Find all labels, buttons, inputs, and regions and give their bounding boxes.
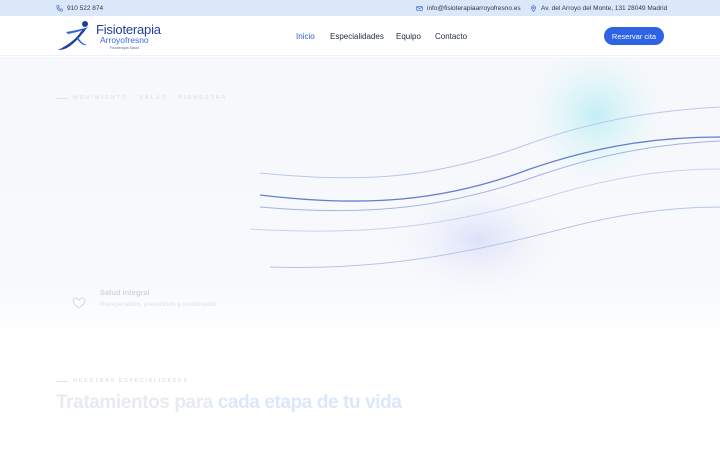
mail-icon	[416, 5, 423, 12]
feature-card: Salud integral Recuperación, prevención …	[66, 286, 256, 326]
nav-item-equipo[interactable]: Equipo	[396, 32, 421, 41]
divider	[56, 380, 68, 382]
hero-eyebrow: MOVIMIENTO · SALUD · BIENESTAR	[56, 95, 227, 101]
brand-tagline: Fisioterapia Salud	[110, 46, 139, 50]
brand-logo[interactable]: Fisioterapia Arroyofresno Fisioterapia S…	[56, 19, 166, 53]
section-eyebrow-text: NUESTRAS ESPECIALIDADES	[73, 378, 189, 384]
address-contact[interactable]: Av. del Arroyo del Monte, 131 28049 Madr…	[530, 0, 667, 16]
hero-eyebrow-text: MOVIMIENTO · SALUD · BIENESTAR	[73, 95, 228, 101]
runner-logo-icon	[58, 21, 89, 50]
email-address: info@fisioterapiaarroyofresno.es	[427, 4, 521, 12]
section-title-plain: Tratamientos para	[56, 392, 218, 413]
section-eyebrow: NUESTRAS ESPECIALIDADES	[56, 378, 189, 384]
book-appointment-button[interactable]: Reservar cita	[604, 27, 664, 45]
section-title: Tratamientos para cada etapa de tu vida	[56, 392, 402, 414]
section-title-highlight: cada etapa de tu vida	[217, 392, 402, 413]
phone-number: 910 522 874	[67, 4, 104, 12]
brand-name-line2: Arroyofresno	[100, 35, 149, 45]
street-address: Av. del Arroyo del Monte, 131 28049 Madr…	[541, 4, 668, 12]
hero-section: MOVIMIENTO · SALUD · BIENESTAR Salud int…	[0, 57, 720, 340]
nav-item-especialidades[interactable]: Especialidades	[330, 32, 384, 41]
email-contact[interactable]: info@fisioterapiaarroyofresno.es	[416, 0, 521, 16]
site-header: Fisioterapia Arroyofresno Fisioterapia S…	[0, 16, 720, 56]
phone-contact[interactable]: 910 522 874	[56, 0, 103, 16]
heart-icon	[72, 296, 86, 310]
feature-title: Salud integral	[100, 288, 150, 297]
nav-item-inicio[interactable]: Inicio	[296, 32, 315, 41]
map-pin-icon	[530, 4, 537, 12]
top-info-bar: 910 522 874 info@fisioterapiaarroyofresn…	[0, 0, 720, 16]
phone-icon	[56, 4, 63, 12]
feature-description: Recuperación, prevención y rendimiento	[100, 301, 217, 308]
nav-item-contacto[interactable]: Contacto	[435, 32, 467, 41]
divider	[56, 97, 68, 99]
